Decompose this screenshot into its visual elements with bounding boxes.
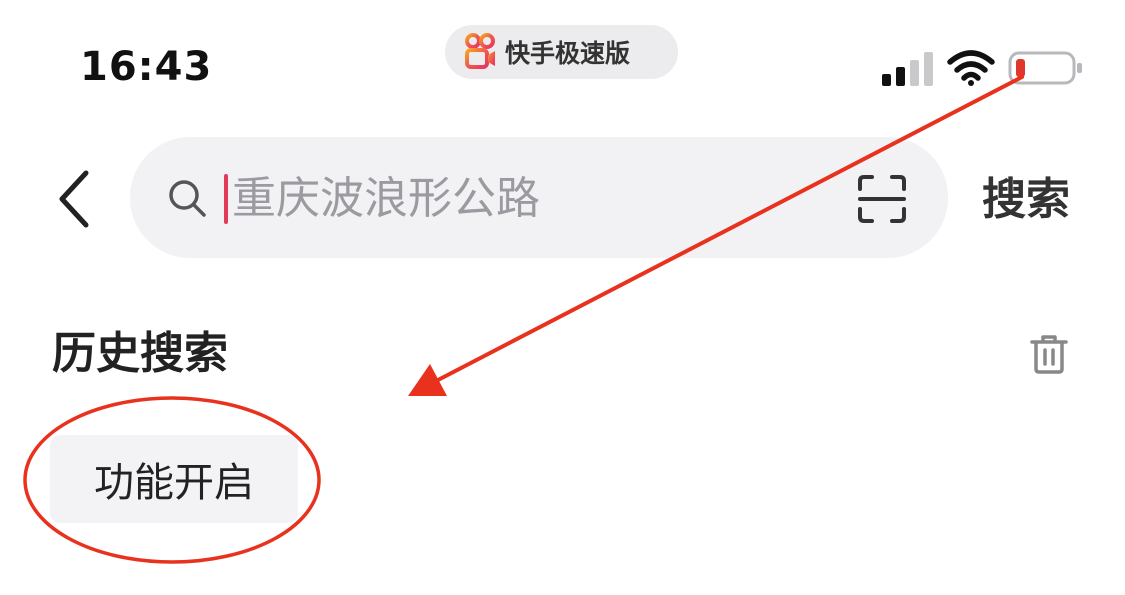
search-input[interactable] <box>232 165 832 231</box>
annotation-arrow-head <box>408 364 447 396</box>
battery-low-icon <box>1008 51 1082 85</box>
app-name: 快手极速版 <box>505 39 631 68</box>
trash-icon[interactable] <box>1028 333 1070 375</box>
app-return-pill[interactable]: 快手极速版 <box>445 25 678 79</box>
scan-icon[interactable] <box>856 173 908 225</box>
cellular-signal-icon <box>882 52 933 86</box>
text-cursor <box>224 174 228 224</box>
back-button[interactable] <box>48 165 100 233</box>
search-button[interactable]: 搜索 <box>982 168 1070 232</box>
kuaishou-logo-icon <box>465 33 495 69</box>
wifi-icon <box>947 50 995 86</box>
history-section-title: 历史搜索 <box>52 328 228 379</box>
search-icon <box>169 180 206 217</box>
search-bar[interactable] <box>130 137 948 258</box>
status-time: 16:43 <box>80 44 213 90</box>
history-item[interactable]: 功能开启 <box>50 435 298 523</box>
chevron-left-icon <box>59 170 89 228</box>
